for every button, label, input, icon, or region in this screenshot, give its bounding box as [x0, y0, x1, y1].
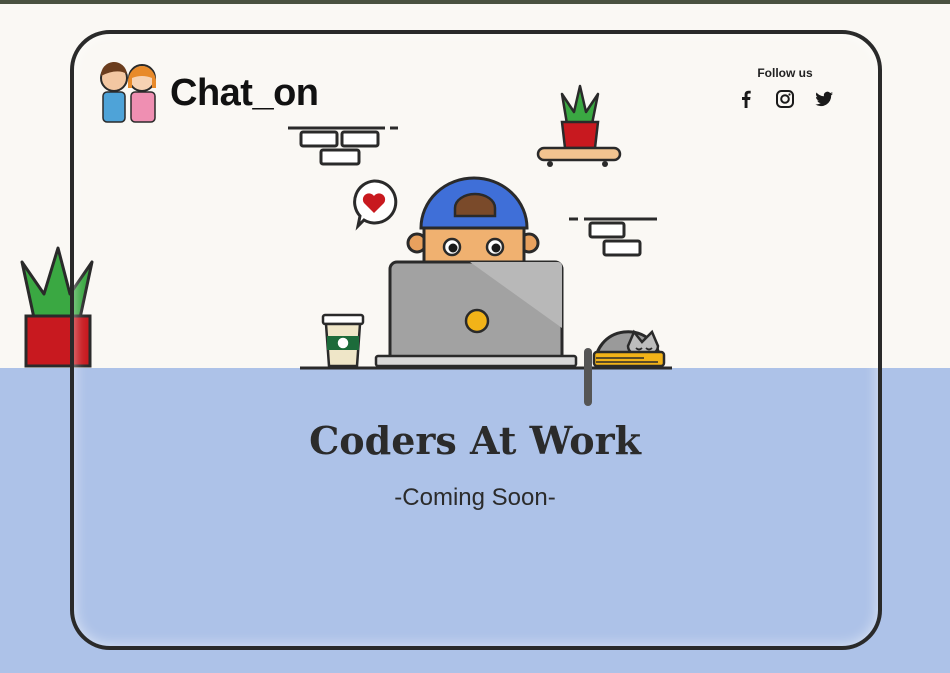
page-title: Coders At Work — [309, 418, 641, 463]
facebook-icon[interactable] — [735, 88, 757, 110]
instagram-icon[interactable] — [774, 88, 796, 110]
follow-us-section: Follow us — [730, 66, 840, 110]
couple-avatar-icon — [100, 61, 156, 123]
social-links — [735, 88, 835, 110]
brand-name: Chat_on — [170, 71, 319, 114]
follow-us-label: Follow us — [757, 66, 813, 80]
twitter-icon[interactable] — [813, 88, 835, 110]
brand-logo[interactable]: Chat_on — [94, 58, 319, 128]
coming-soon-text: -Coming Soon- — [394, 484, 556, 511]
